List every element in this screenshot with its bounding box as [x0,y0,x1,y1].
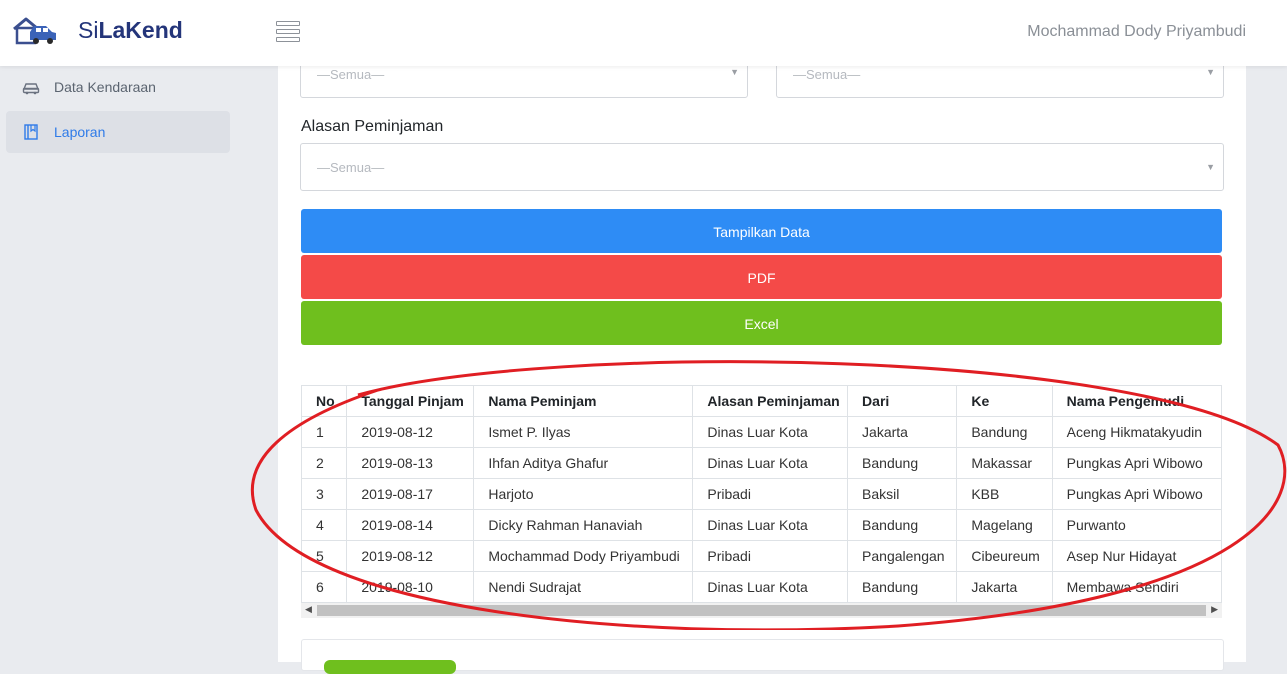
excel-button[interactable]: Excel [301,301,1222,345]
table-cell: Bandung [956,416,1053,448]
table-cell: 2019-08-14 [346,509,475,541]
alasan-peminjaman-label: Alasan Peminjaman [301,118,444,135]
table-cell: Bandung [847,571,958,603]
sidebar-item-data-kendaraan[interactable]: Data Kendaraan [6,66,230,108]
table-cell: Dinas Luar Kota [692,509,849,541]
bottom-panel [301,639,1224,674]
table-cell: 2019-08-12 [346,540,475,572]
table-cell: Pribadi [692,478,849,510]
table-cell: KBB [956,478,1053,510]
table-cell: 3 [301,478,348,510]
chevron-down-icon: ▼ [1206,162,1215,172]
alasan-peminjaman-select[interactable]: —Semua— ▼ [300,143,1224,191]
table-cell: Aceng Hikmatakyudin [1051,416,1222,448]
bottom-panel-button[interactable] [324,660,456,674]
brand-prefix: Si [78,17,99,43]
table-cell: Magelang [956,509,1053,541]
table-row: 1 2019-08-12 Ismet P. Ilyas Dinas Luar K… [301,416,1222,448]
table-cell: Ismet P. Ilyas [473,416,694,448]
sidebar-item-label: Laporan [54,124,106,140]
table-row: 6 2019-08-10 Nendi Sudrajat Dinas Luar K… [301,571,1222,603]
user-menu[interactable]: Mochammad Dody Priyambudi [1027,23,1246,41]
sidebar-item-laporan[interactable]: Laporan [6,111,230,153]
show-data-button[interactable]: Tampilkan Data [301,209,1222,253]
column-header[interactable]: Nama Pengemudi [1051,385,1222,417]
table-cell: 2019-08-17 [346,478,475,510]
table-cell: 6 [301,571,348,603]
column-header[interactable]: Dari [847,385,958,417]
report-table-container[interactable]: No Tanggal Pinjam Nama Peminjam Alasan P… [301,385,1222,618]
select-placeholder: —Semua— [317,160,385,175]
pdf-button[interactable]: PDF [301,255,1222,299]
table-row: 2 2019-08-13 Ihfan Aditya Ghafur Dinas L… [301,447,1222,479]
select-placeholder: —Semua— [793,67,861,82]
column-header[interactable]: Alasan Peminjaman [692,385,849,417]
table-cell: Baksil [847,478,958,510]
table-cell: 4 [301,509,348,541]
table-cell: 2 [301,447,348,479]
table-cell: Dinas Luar Kota [692,416,849,448]
page-vertical-scrollbar[interactable] [1270,66,1287,662]
table-cell: Cibeureum [956,540,1053,572]
sidebar: Data Kendaraan Laporan [0,66,240,662]
scrollbar-thumb[interactable] [317,605,1206,616]
table-cell: Bandung [847,509,958,541]
brand-suffix: LaKend [98,17,183,43]
chevron-down-icon: ▼ [1206,67,1215,77]
column-header[interactable]: No [301,385,348,417]
table-cell: 5 [301,540,348,572]
car-house-logo-icon [13,17,56,45]
table-row: 3 2019-08-17 Harjoto Pribadi Baksil KBB … [301,478,1222,510]
select-placeholder: —Semua— [317,67,385,82]
table-horizontal-scrollbar[interactable]: ◀ ▶ [301,603,1222,618]
table-cell: Bandung [847,447,958,479]
table-row: 5 2019-08-12 Mochammad Dody Priyambudi P… [301,540,1222,572]
table-row: 4 2019-08-14 Dicky Rahman Hanaviah Dinas… [301,509,1222,541]
table-cell: 2019-08-12 [346,416,475,448]
table-cell: Nendi Sudrajat [473,571,694,603]
table-cell: Mochammad Dody Priyambudi [473,540,694,572]
table-cell: Makassar [956,447,1053,479]
menu-toggle-icon[interactable] [276,21,300,43]
table-cell: 2019-08-10 [346,571,475,603]
table-cell: Dinas Luar Kota [692,571,849,603]
table-cell: Dicky Rahman Hanaviah [473,509,694,541]
table-cell: 2019-08-13 [346,447,475,479]
top-navbar: SiLaKend Mochammad Dody Priyambudi [0,0,1287,66]
table-cell: Harjoto [473,478,694,510]
table-header-row: No Tanggal Pinjam Nama Peminjam Alasan P… [301,385,1222,417]
table-cell: Jakarta [956,571,1053,603]
column-header[interactable]: Ke [956,385,1053,417]
scroll-right-arrow-icon[interactable]: ▶ [1211,604,1218,615]
table-cell: 1 [301,416,348,448]
table-cell: Asep Nur Hidayat [1051,540,1222,572]
report-table: No Tanggal Pinjam Nama Peminjam Alasan P… [301,385,1222,603]
table-cell: Pangalengan [847,540,958,572]
table-cell: Jakarta [847,416,958,448]
table-cell: Membawa Sendiri [1051,571,1222,603]
app-brand[interactable]: SiLaKend [78,17,183,44]
sidebar-item-label: Data Kendaraan [54,79,156,95]
book-icon [24,124,38,140]
table-cell: Pungkas Apri Wibowo [1051,447,1222,479]
table-cell: Dinas Luar Kota [692,447,849,479]
chevron-down-icon: ▼ [730,67,739,77]
table-cell: Purwanto [1051,509,1222,541]
table-cell: Ihfan Aditya Ghafur [473,447,694,479]
column-header[interactable]: Tanggal Pinjam [346,385,475,417]
scroll-left-arrow-icon[interactable]: ◀ [305,604,312,615]
car-icon [22,83,40,95]
table-cell: Pribadi [692,540,849,572]
column-header[interactable]: Nama Peminjam [473,385,694,417]
table-cell: Pungkas Apri Wibowo [1051,478,1222,510]
